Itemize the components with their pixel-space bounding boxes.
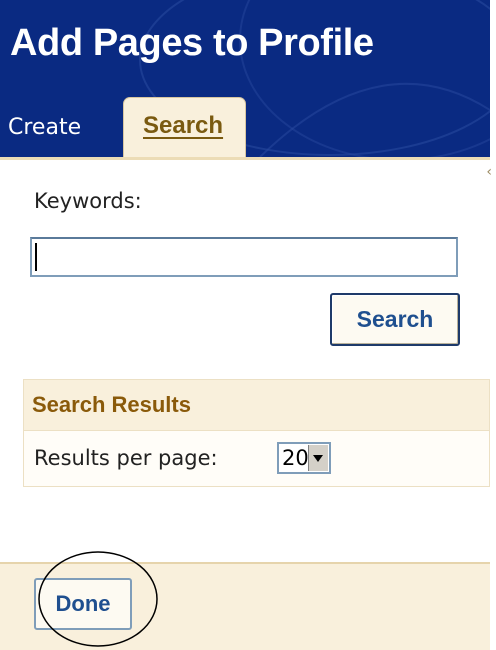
dialog-footer: Done xyxy=(0,562,490,650)
tab-search-label: Search xyxy=(143,112,224,139)
text-caret xyxy=(35,243,37,271)
results-per-page-label: Results per page: xyxy=(34,446,218,470)
dialog-title: Add Pages to Profile xyxy=(10,22,374,64)
tab-create[interactable]: Create xyxy=(0,97,120,157)
add-pages-dialog: Add Pages to Profile Create Search ‹ Key… xyxy=(0,0,496,650)
results-per-page-value: 20 xyxy=(282,446,309,470)
keywords-input[interactable] xyxy=(30,237,458,277)
search-panel: ‹ Keywords: Search Search Results Result… xyxy=(0,157,492,562)
tab-search[interactable]: Search xyxy=(123,97,246,157)
search-button[interactable]: Search xyxy=(330,293,460,346)
chevron-left-icon[interactable]: ‹ xyxy=(486,164,492,180)
results-per-page-select[interactable]: 20 xyxy=(277,442,331,474)
search-results-header: Search Results xyxy=(24,380,489,431)
done-button[interactable]: Done xyxy=(34,578,132,630)
search-results-title: Search Results xyxy=(32,392,191,417)
keywords-label: Keywords: xyxy=(34,189,142,213)
chevron-down-icon[interactable] xyxy=(308,445,328,471)
search-results-box: Search Results Results per page: 20 xyxy=(23,379,490,487)
